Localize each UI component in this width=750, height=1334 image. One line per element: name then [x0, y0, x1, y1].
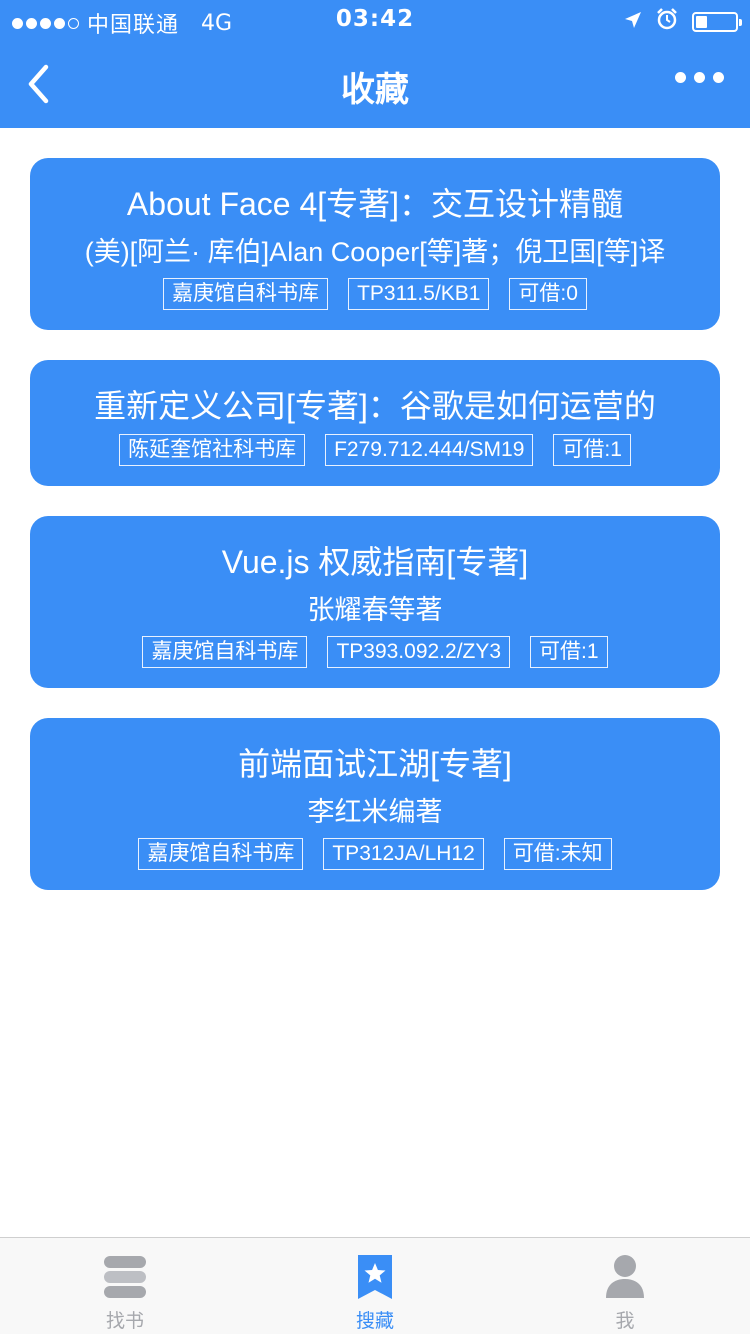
availability-tag: 可借:1 — [553, 434, 631, 466]
tab-bar: 找书 搜藏 我 — [0, 1237, 750, 1334]
availability-tag: 可借:未知 — [503, 838, 612, 870]
alarm-icon — [656, 8, 678, 36]
tab-find-books[interactable]: 找书 — [0, 1238, 250, 1334]
book-tags: 陈延奎馆社科书库 F279.712.444/SM19 可借:1 — [70, 434, 680, 466]
book-author: 张耀春等著 — [307, 595, 443, 625]
book-title: About Face 4[专著]：交互设计精髓 — [126, 186, 624, 222]
nav-bar: 收藏 — [0, 40, 750, 128]
tab-label: 找书 — [105, 1310, 144, 1332]
favorites-list: About Face 4[专著]：交互设计精髓 (美)[阿兰· 库伯]Alan … — [30, 158, 720, 890]
book-tags: 嘉庚馆自科书库 TP312JA/LH12 可借:未知 — [70, 838, 680, 870]
call-number-tag: TP311.5/KB1 — [348, 278, 490, 310]
book-tags: 嘉庚馆自科书库 TP311.5/KB1 可借:0 — [70, 278, 680, 310]
user-icon — [606, 1255, 644, 1298]
status-bar: 中国联通 4G 03:42 — [0, 0, 750, 40]
library-tag: 嘉庚馆自科书库 — [142, 636, 308, 668]
book-tags: 嘉庚馆自科书库 TP393.092.2/ZY3 可借:1 — [70, 636, 680, 668]
battery-icon — [692, 12, 742, 32]
call-number-tag: TP312JA/LH12 — [323, 838, 484, 870]
call-number-tag: F279.712.444/SM19 — [325, 434, 534, 466]
books-icon — [104, 1256, 146, 1298]
status-right — [624, 8, 742, 36]
book-author: (美)[阿兰· 库伯]Alan Cooper[等]著；倪卫国[等]译 — [84, 237, 666, 267]
page-title: 收藏 — [341, 70, 409, 110]
call-number-tag: TP393.092.2/ZY3 — [327, 636, 511, 668]
tab-me[interactable]: 我 — [500, 1238, 750, 1334]
header: 中国联通 4G 03:42 收藏 — [0, 0, 750, 128]
library-tag: 嘉庚馆自科书库 — [163, 278, 329, 310]
tab-label: 搜藏 — [355, 1310, 394, 1332]
book-card[interactable]: 前端面试江湖[专著] 李红米编著 嘉庚馆自科书库 TP312JA/LH12 可借… — [30, 718, 720, 890]
bookmark-star-icon — [358, 1255, 392, 1299]
battery-level — [696, 16, 708, 28]
availability-tag: 可借:0 — [509, 278, 587, 310]
book-title: 重新定义公司[专著]：谷歌是如何运营的 — [94, 388, 656, 424]
book-card[interactable]: 重新定义公司[专著]：谷歌是如何运营的 陈延奎馆社科书库 F279.712.44… — [30, 360, 720, 486]
more-dots-icon — [675, 72, 686, 83]
book-title: 前端面试江湖[专著] — [238, 746, 512, 782]
book-card[interactable]: Vue.js 权威指南[专著] 张耀春等著 嘉庚馆自科书库 TP393.092.… — [30, 516, 720, 688]
book-author: 李红米编著 — [307, 797, 443, 827]
more-button[interactable] — [675, 72, 724, 83]
book-title: Vue.js 权威指南[专著] — [221, 544, 529, 580]
tab-label: 我 — [615, 1310, 635, 1332]
location-arrow-icon — [624, 10, 642, 35]
library-tag: 陈延奎馆社科书库 — [119, 434, 306, 466]
tab-favorites[interactable]: 搜藏 — [250, 1238, 500, 1334]
availability-tag: 可借:1 — [530, 636, 608, 668]
library-tag: 嘉庚馆自科书库 — [138, 838, 304, 870]
book-card[interactable]: About Face 4[专著]：交互设计精髓 (美)[阿兰· 库伯]Alan … — [30, 158, 720, 330]
